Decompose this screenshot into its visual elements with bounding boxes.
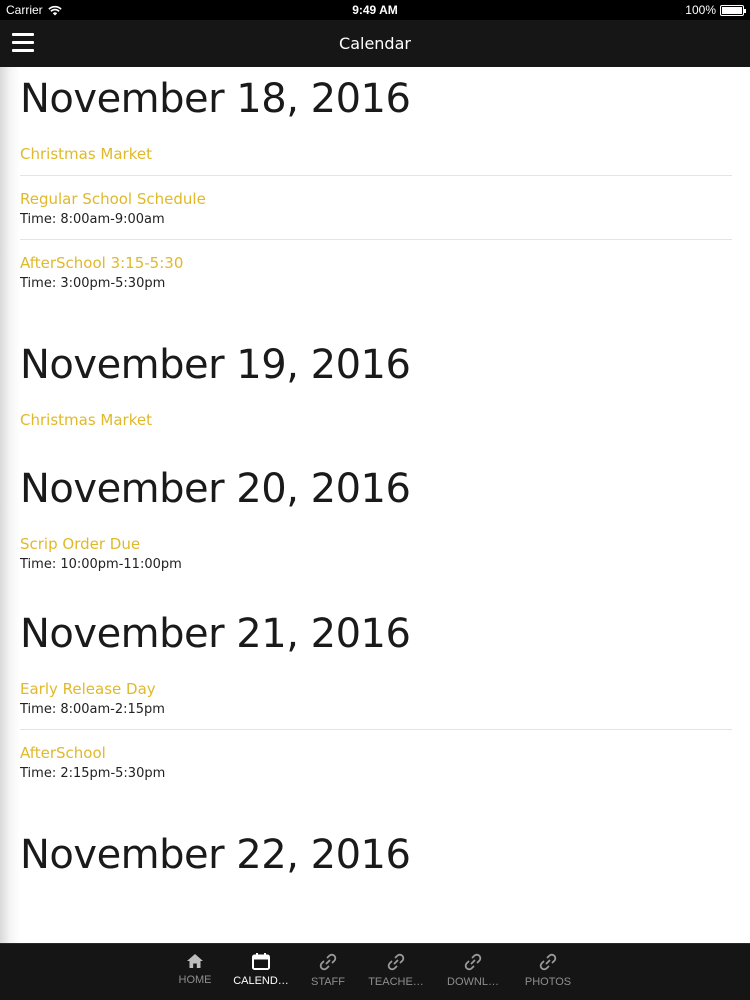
time-label: Time: (20, 557, 57, 572)
status-time: 9:49 AM (352, 3, 398, 17)
date-heading: November 18, 2016 (20, 76, 411, 122)
event-item[interactable]: AfterSchool 3:15-5:30 Time: 3:00pm-5:30p… (20, 240, 732, 303)
tab-label: PHOTOS (524, 976, 572, 988)
time-value: 8:00am-2:15pm (60, 702, 165, 717)
link-icon (319, 953, 337, 971)
event-item[interactable]: Christmas Market (20, 131, 732, 176)
time-label: Time: (20, 212, 57, 227)
tab-downloads[interactable]: DOWNL… (438, 950, 508, 988)
event-time: Time: 10:00pm-11:00pm (20, 557, 732, 572)
event-title[interactable]: Early Release Day (20, 680, 732, 698)
tab-bar: HOME CALEND… STAFF TEACHE… DOWNL… PHOTOS (0, 943, 750, 1000)
tab-label: DOWNL… (447, 976, 499, 988)
event-time: Time: 8:00am-9:00am (20, 212, 732, 227)
tab-teachers[interactable]: TEACHE… (361, 950, 431, 988)
calendar-list[interactable]: November 18, 2016 Christmas Market Regul… (0, 67, 750, 943)
day-section: November 22, 2016 (0, 823, 750, 887)
event-title[interactable]: Christmas Market (20, 411, 732, 429)
link-icon (539, 953, 557, 971)
time-value: 8:00am-9:00am (60, 212, 165, 227)
date-heading: November 19, 2016 (20, 342, 411, 388)
event-title[interactable]: Regular School Schedule (20, 190, 732, 208)
time-value: 10:00pm-11:00pm (60, 557, 182, 572)
event-item[interactable]: AfterSchool Time: 2:15pm-5:30pm (20, 730, 732, 793)
tab-staff[interactable]: STAFF (293, 950, 363, 988)
tab-photos[interactable]: PHOTOS (513, 950, 583, 988)
battery-icon (720, 4, 746, 16)
event-title[interactable]: AfterSchool (20, 744, 732, 762)
calendar-icon (252, 953, 270, 970)
battery-indicator: 100% (685, 3, 746, 17)
tab-label: CALEND… (233, 975, 289, 987)
battery-percent: 100% (685, 3, 716, 17)
tab-home[interactable]: HOME (160, 950, 230, 986)
event-title[interactable]: AfterSchool 3:15-5:30 (20, 254, 732, 272)
time-value: 3:00pm-5:30pm (60, 276, 166, 291)
event-time: Time: 3:00pm-5:30pm (20, 276, 732, 291)
event-item[interactable]: Regular School Schedule Time: 8:00am-9:0… (20, 176, 732, 240)
nav-bar: Calendar (0, 20, 750, 67)
tab-label: TEACHE… (368, 976, 424, 988)
day-section: November 21, 2016 Early Release Day Time… (0, 602, 750, 793)
day-section: November 20, 2016 Scrip Order Due Time: … (0, 457, 750, 584)
event-time: Time: 2:15pm-5:30pm (20, 766, 732, 781)
link-icon (464, 953, 482, 971)
time-label: Time: (20, 766, 57, 781)
date-heading: November 20, 2016 (20, 466, 411, 512)
event-title[interactable]: Christmas Market (20, 145, 732, 163)
date-heading: November 22, 2016 (20, 832, 411, 878)
event-item[interactable]: Scrip Order Due Time: 10:00pm-11:00pm (20, 521, 732, 584)
day-section: November 18, 2016 Christmas Market Regul… (0, 67, 750, 303)
tab-label: STAFF (310, 976, 345, 988)
event-item[interactable]: Christmas Market (20, 397, 732, 441)
tab-label: HOME (178, 974, 212, 986)
event-item[interactable]: Early Release Day Time: 8:00am-2:15pm (20, 666, 732, 730)
time-label: Time: (20, 276, 57, 291)
status-bar: Carrier 9:49 AM 100% (0, 0, 750, 20)
link-icon (387, 953, 405, 971)
day-section: November 19, 2016 Christmas Market (0, 333, 750, 441)
event-title[interactable]: Scrip Order Due (20, 535, 732, 553)
page-title: Calendar (339, 34, 411, 53)
home-icon (187, 954, 203, 968)
time-value: 2:15pm-5:30pm (60, 766, 166, 781)
tab-calendar[interactable]: CALEND… (226, 950, 296, 987)
event-time: Time: 8:00am-2:15pm (20, 702, 732, 717)
time-label: Time: (20, 702, 57, 717)
date-heading: November 21, 2016 (20, 611, 411, 657)
